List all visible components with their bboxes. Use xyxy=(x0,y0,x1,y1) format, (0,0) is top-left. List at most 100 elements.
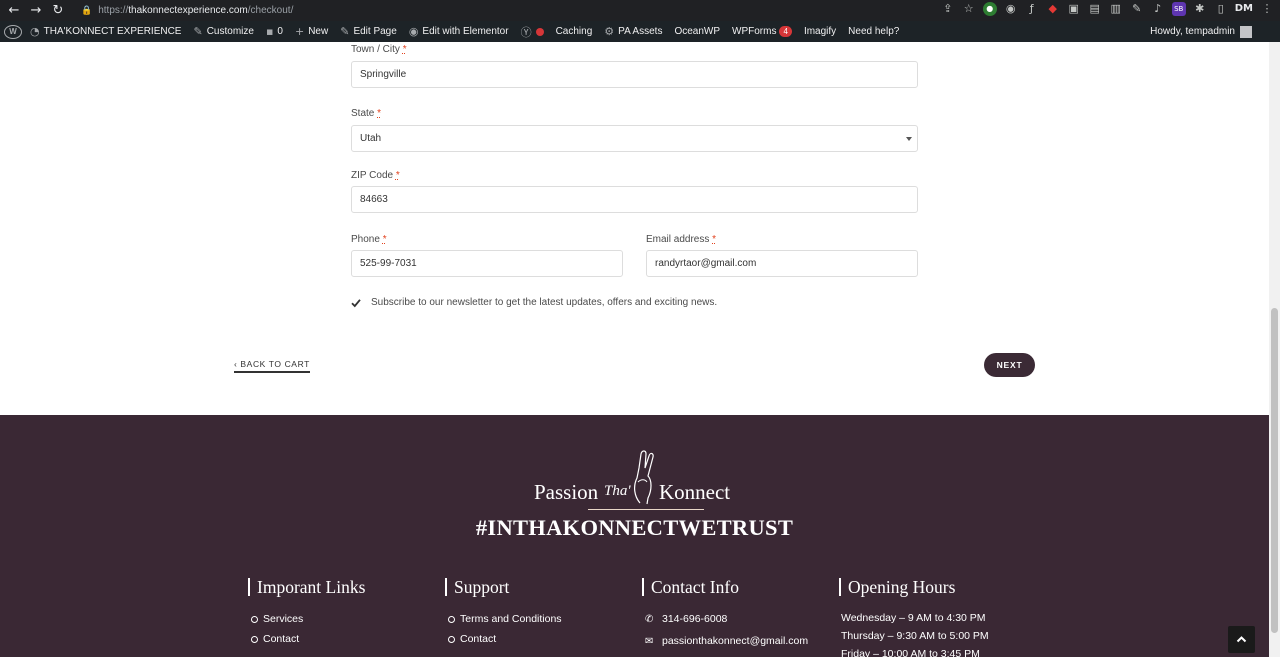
admin-customize[interactable]: ✎ Customize xyxy=(187,21,259,42)
browser-toolbar: ← → ↻ 🔒 https://thakonnectexperience.com… xyxy=(0,0,1280,21)
extensions-puzzle-icon[interactable]: ✱ xyxy=(1193,2,1207,16)
plus-icon: + xyxy=(294,25,305,38)
comment-icon: ▪ xyxy=(265,25,274,38)
back-arrow-icon[interactable]: ← xyxy=(3,3,25,18)
logo-text-right: Konnect xyxy=(659,480,731,504)
next-button[interactable]: NEXT xyxy=(984,353,1035,377)
new-label: New xyxy=(308,26,329,37)
hours-friday: Friday – 10:00 AM to 3:45 PM xyxy=(841,648,980,657)
menu-kebab-icon[interactable]: ⋮ xyxy=(1260,2,1274,16)
bullet-circle-icon xyxy=(251,615,258,623)
email-value: passionthakonnect@gmail.com xyxy=(662,635,809,647)
wordpress-logo-icon[interactable]: W xyxy=(4,24,22,39)
admin-need-help[interactable]: Need help? xyxy=(842,21,905,42)
wp-admin-bar: W ◔ THA'KONNECT EXPERIENCE ✎ Customize ▪ 0 … xyxy=(0,21,1280,42)
audio-icon[interactable]: ♪ xyxy=(1151,2,1165,16)
extension-icons: ⇪ ☆ ● ◉ ƒ ◆ ▣ ▤ ▥ ✎ ♪ SB ✱ ▯ DM ⋮ xyxy=(941,2,1274,16)
footer-link-contact[interactable]: Contact xyxy=(251,633,299,645)
phone-input[interactable]: 525-99-7031 xyxy=(351,250,623,277)
town-input[interactable]: Springville xyxy=(351,61,918,88)
forward-arrow-icon[interactable]: → xyxy=(25,3,47,18)
wpforms-label: WPForms xyxy=(732,26,777,37)
comments-count: 0 xyxy=(277,26,283,37)
footer-link-services[interactable]: Services xyxy=(251,613,303,625)
seo-status-dot xyxy=(535,27,544,36)
sidebar-icon[interactable]: ▯ xyxy=(1214,2,1228,16)
extension-grid-icon[interactable]: ▤ xyxy=(1088,2,1102,16)
edit-page-label: Edit Page xyxy=(353,26,397,37)
camera-icon[interactable]: ◉ xyxy=(1004,2,1018,16)
brush-icon: ✎ xyxy=(193,25,203,38)
extension-sb-icon[interactable]: SB xyxy=(1171,2,1186,16)
logo-text-mid: Tha' xyxy=(604,483,631,499)
footer-link-terms[interactable]: Terms and Conditions xyxy=(448,613,562,625)
admin-comments[interactable]: ▪ 0 xyxy=(260,21,289,42)
reload-icon[interactable]: ↻ xyxy=(47,3,69,18)
eyedropper-icon[interactable]: ✎ xyxy=(1130,2,1144,16)
footer-email[interactable]: ✉ passionthakonnect@gmail.com xyxy=(645,635,808,647)
footer-link-support-contact[interactable]: Contact xyxy=(448,633,496,645)
site-footer: Passion Tha' Konnect #INTHAKONNECTWETRUS… xyxy=(0,415,1269,657)
extension-page-icon[interactable]: ▥ xyxy=(1109,2,1123,16)
newsletter-checkbox-row[interactable]: Subscribe to our newsletter to get the l… xyxy=(351,297,717,308)
email-input[interactable]: randyrtaor@gmail.com xyxy=(646,250,918,277)
share-icon[interactable]: ⇪ xyxy=(941,2,955,16)
extension-green-icon[interactable]: ● xyxy=(982,2,997,16)
howdy-label: Howdy, tempadmin xyxy=(1150,26,1235,37)
admin-caching[interactable]: Caching xyxy=(550,21,599,42)
admin-imagify[interactable]: Imagify xyxy=(798,21,842,42)
admin-pa-assets[interactable]: ⚙ PA Assets xyxy=(598,21,668,42)
pencil-icon: ✎ xyxy=(340,25,350,38)
logo-underline xyxy=(588,509,704,510)
pa-assets-label: PA Assets xyxy=(618,26,663,37)
footer-hashtag: #INTHAKONNECTWETRUST xyxy=(475,515,794,540)
required-mark: * xyxy=(382,234,387,245)
url-host: thakonnectexperience.com xyxy=(128,5,248,16)
address-bar[interactable]: https://thakonnectexperience.com/checkou… xyxy=(98,5,293,16)
scroll-to-top-button[interactable] xyxy=(1228,626,1255,653)
admin-yoast[interactable]: Ⓨ xyxy=(515,21,550,42)
bookmark-star-icon[interactable]: ☆ xyxy=(962,2,976,16)
contact-info-title: Contact Info xyxy=(642,578,739,596)
admin-new[interactable]: + New xyxy=(289,21,334,42)
extension-box-icon[interactable]: ▣ xyxy=(1067,2,1081,16)
required-mark: * xyxy=(377,108,382,119)
bullet-circle-icon xyxy=(251,635,258,643)
state-select[interactable]: Utah xyxy=(351,125,918,152)
pa-assets-icon: ⚙ xyxy=(604,25,615,38)
extension-red-icon[interactable]: ◆ xyxy=(1046,2,1060,16)
support-title: Support xyxy=(445,578,509,596)
footer-phone[interactable]: ✆ 314-696-6008 xyxy=(645,613,727,625)
admin-account[interactable]: Howdy, tempadmin xyxy=(1150,25,1280,38)
bullet-circle-icon xyxy=(448,615,455,623)
checkmark-icon[interactable] xyxy=(351,298,361,308)
footer-link-label: Services xyxy=(263,613,304,625)
admin-site-name[interactable]: ◔ THA'KONNECT EXPERIENCE xyxy=(24,21,187,42)
wpforms-count-badge: 4 xyxy=(779,26,792,37)
zip-label: ZIP Code * xyxy=(351,170,400,181)
hours-wednesday: Wednesday – 9 AM to 4:30 PM xyxy=(841,612,986,624)
admin-edit-page[interactable]: ✎ Edit Page xyxy=(334,21,403,42)
footer-link-label: Contact xyxy=(460,633,497,645)
profile-icon[interactable]: DM xyxy=(1235,2,1253,16)
required-mark: * xyxy=(395,170,400,181)
opening-hours-title: Opening Hours xyxy=(839,578,955,596)
footer-link-label: Terms and Conditions xyxy=(460,613,562,625)
state-selected-value: Utah xyxy=(360,133,382,144)
avatar xyxy=(1240,25,1252,38)
back-label: BACK TO CART xyxy=(240,359,310,369)
newsletter-label: Subscribe to our newsletter to get the l… xyxy=(371,297,718,308)
chevron-up-icon xyxy=(1236,636,1247,643)
script-icon[interactable]: ƒ xyxy=(1025,2,1039,16)
zip-input[interactable]: 84663 xyxy=(351,186,918,213)
back-to-cart-link[interactable]: ‹ BACK TO CART xyxy=(234,359,310,373)
scrollbar-thumb[interactable] xyxy=(1271,308,1278,633)
envelope-icon: ✉ xyxy=(645,635,654,647)
email-label: Email address * xyxy=(646,234,717,245)
phone-label: Phone * xyxy=(351,234,387,245)
admin-oceanwp[interactable]: OceanWP xyxy=(668,21,726,42)
site-name-label: THA'KONNECT EXPERIENCE xyxy=(43,26,182,37)
admin-edit-elementor[interactable]: ◉ Edit with Elementor xyxy=(403,21,515,42)
page-scrollbar[interactable] xyxy=(1269,42,1280,657)
admin-wpforms[interactable]: WPForms 4 xyxy=(726,21,798,42)
